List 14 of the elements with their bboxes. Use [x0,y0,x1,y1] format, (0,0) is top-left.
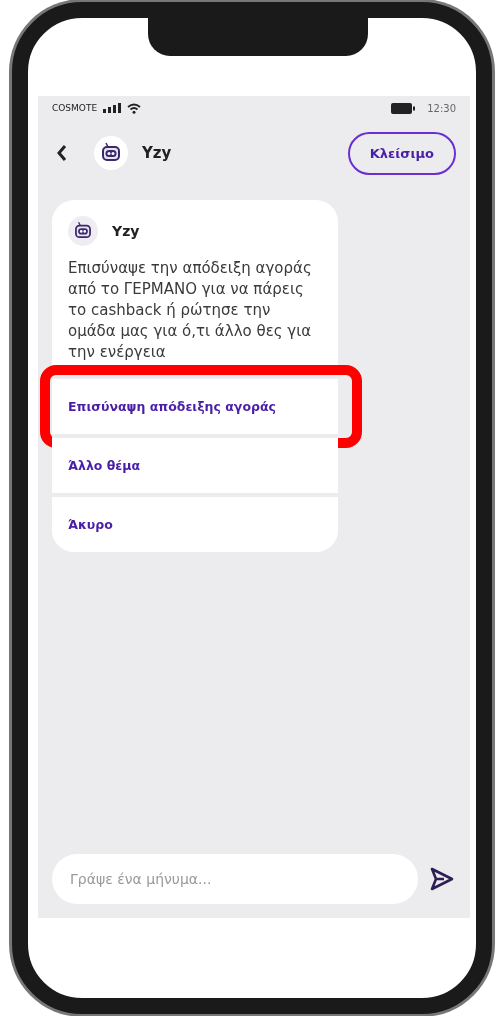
status-time: 12:30 [427,102,456,114]
robot-avatar-icon [68,216,98,246]
signal-icon [103,103,122,113]
send-icon[interactable] [428,866,456,892]
close-button[interactable]: Κλείσιμο [347,131,456,175]
back-icon[interactable] [56,144,68,162]
sender-name: Yzy [112,223,140,239]
carrier-name: COSMOTE [52,103,98,113]
message-input[interactable]: Γράψε ένα μήνυμα... [52,854,418,904]
chat-title: Yzy [142,144,172,162]
message-text: Επισύναψε την απόδειξη αγοράς από το ΓΕΡΜΑΝΟ για να πάρεις το cashback ή ρώτησε την ομάδα μας για ό,τι άλλο θες για την ενέργεια [68,258,313,363]
wifi-icon [127,102,142,114]
robot-avatar-icon [94,136,128,170]
battery-icon [391,102,416,114]
